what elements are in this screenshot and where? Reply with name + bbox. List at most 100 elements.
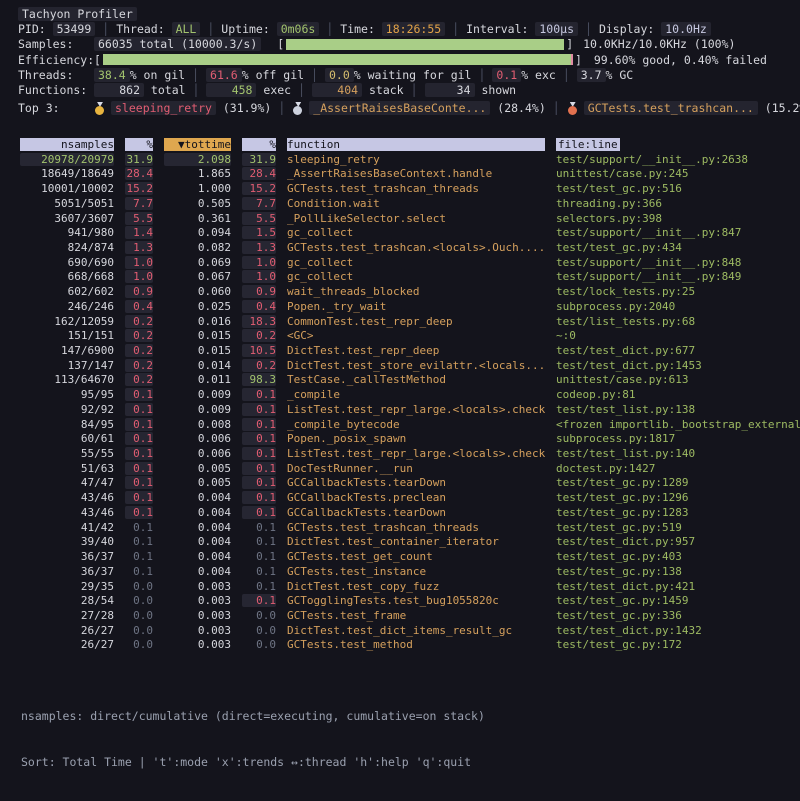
table-row[interactable]: 151/1510.20.0150.2<GC>~:0: [10, 328, 800, 343]
column-header-function[interactable]: function: [287, 138, 545, 151]
cell-pct-cumulative: 0.2: [242, 329, 276, 342]
table-row[interactable]: 84/950.10.0080.1_compile_bytecode<frozen…: [10, 417, 800, 432]
table-row[interactable]: 43/460.10.0040.1GCCallbackTests.preclean…: [10, 490, 800, 505]
cell-nsamples: 47/47: [20, 476, 114, 489]
cell-fileline: test/test_gc.py:336: [556, 609, 800, 622]
top3-function-name: GCTests.test_trashcan...: [584, 101, 758, 115]
cell-pct-cumulative: 0.1: [242, 491, 276, 504]
cell-pct-direct: 0.2: [125, 329, 153, 342]
table-row[interactable]: 5051/50517.70.5057.7Condition.waitthread…: [10, 196, 800, 211]
cell-function: GCTests.test_instance: [287, 565, 545, 578]
cell-tottime: 1.000: [164, 182, 231, 195]
cell-fileline: doctest.py:1427: [556, 462, 800, 475]
cell-pct-cumulative: 0.1: [242, 403, 276, 416]
cell-tottime: 0.009: [164, 403, 231, 416]
cell-pct-direct: 0.0: [125, 624, 153, 637]
table-row[interactable]: 3607/36075.50.3615.5_PollLikeSelector.se…: [10, 211, 800, 226]
table-row[interactable]: 246/2460.40.0250.4Popen._try_waitsubproc…: [10, 299, 800, 314]
table-row[interactable]: 95/950.10.0090.1_compilecodeop.py:81: [10, 387, 800, 402]
cell-pct-cumulative: 0.0: [242, 609, 276, 622]
cell-nsamples: 113/64670: [20, 373, 114, 386]
samples-label: Samples:: [18, 37, 94, 51]
table-row[interactable]: 92/920.10.0090.1ListTest.test_repr_large…: [10, 402, 800, 417]
table-row[interactable]: 27/280.00.0030.0GCTests.test_frametest/t…: [10, 608, 800, 623]
cell-pct-cumulative: 0.1: [242, 388, 276, 401]
cell-pct-cumulative: 15.2: [242, 182, 276, 195]
table-row[interactable]: 43/460.10.0040.1GCCallbackTests.tearDown…: [10, 505, 800, 520]
cell-tottime: 0.505: [164, 197, 231, 210]
cell-pct-direct: 1.3: [125, 241, 153, 254]
table-row[interactable]: 41/420.10.0040.1GCTests.test_trashcan_th…: [10, 520, 800, 535]
table-row[interactable]: 18649/1864928.41.86528.4_AssertRaisesBas…: [10, 167, 800, 182]
cell-fileline: test/test_gc.py:1283: [556, 506, 800, 519]
separator: │: [556, 68, 577, 82]
thread-stat-value: 3.7: [577, 68, 606, 82]
cell-fileline: test/test_gc.py:403: [556, 550, 800, 563]
cell-nsamples: 602/602: [20, 285, 114, 298]
cell-tottime: 0.004: [164, 506, 231, 519]
table-row[interactable]: 39/400.10.0040.1DictTest.test_container_…: [10, 534, 800, 549]
cell-fileline: threading.py:366: [556, 197, 800, 210]
table-row[interactable]: 162/120590.20.01618.3CommonTest.test_rep…: [10, 314, 800, 329]
cell-fileline: test/support/__init__.py:849: [556, 270, 800, 283]
cell-pct-direct: 0.1: [125, 550, 153, 563]
cell-pct-direct: 0.1: [125, 432, 153, 445]
cell-fileline: test/test_gc.py:516: [556, 182, 800, 195]
cell-fileline: test/test_list.py:138: [556, 403, 800, 416]
table-row[interactable]: 28/540.00.0030.1GCTogglingTests.test_bug…: [10, 593, 800, 608]
cell-nsamples: 29/35: [20, 580, 114, 593]
cell-function: CommonTest.test_repr_deep: [287, 315, 545, 328]
column-header-pct-direct[interactable]: %: [125, 138, 153, 151]
cell-pct-direct: 0.1: [125, 418, 153, 431]
table-row[interactable]: 113/646700.20.01198.3TestCase._callTestM…: [10, 373, 800, 388]
table-row[interactable]: 824/8741.30.0821.3GCTests.test_trashcan.…: [10, 240, 800, 255]
table-row[interactable]: 60/610.10.0060.1Popen._posix_spawnsubpro…: [10, 431, 800, 446]
cell-function: Condition.wait: [287, 197, 545, 210]
column-header-pct-cumulative[interactable]: %: [242, 138, 276, 151]
column-header-tottime-sorted[interactable]: ▼tottime: [164, 138, 231, 151]
cell-pct-cumulative: 0.1: [242, 476, 276, 489]
cell-pct-direct: 0.2: [125, 344, 153, 357]
cell-nsamples: 18649/18649: [20, 167, 114, 180]
cell-fileline: selectors.py:398: [556, 212, 800, 225]
cell-nsamples: 36/37: [20, 550, 114, 563]
cell-tottime: 0.003: [164, 624, 231, 637]
table-row[interactable]: 10001/1000215.21.00015.2GCTests.test_tra…: [10, 181, 800, 196]
table-row[interactable]: 47/470.10.0050.1GCCallbackTests.tearDown…: [10, 476, 800, 491]
table-row[interactable]: 941/9801.40.0941.5gc_collecttest/support…: [10, 225, 800, 240]
cell-tottime: 0.004: [164, 565, 231, 578]
cell-fileline: test/test_gc.py:138: [556, 565, 800, 578]
table-row[interactable]: 20978/2097931.92.09831.9sleeping_retryte…: [10, 152, 800, 167]
separator: │: [445, 22, 466, 36]
efficiency-label: Efficiency:: [18, 53, 94, 67]
cell-pct-direct: 31.9: [125, 153, 153, 166]
cell-pct-cumulative: 0.1: [242, 447, 276, 460]
samples-total: 66035 total (10000.3/s): [94, 37, 261, 51]
table-row[interactable]: 36/370.10.0040.1GCTests.test_get_countte…: [10, 549, 800, 564]
column-header-nsamples[interactable]: nsamples: [20, 138, 114, 151]
table-row[interactable]: 668/6681.00.0671.0gc_collecttest/support…: [10, 270, 800, 285]
cell-fileline: subprocess.py:2040: [556, 300, 800, 313]
cell-pct-direct: 0.1: [125, 535, 153, 548]
cell-tottime: 2.098: [164, 153, 231, 166]
footer: nsamples: direct/cumulative (direct=exec…: [21, 678, 800, 800]
table-row[interactable]: 55/550.10.0060.1ListTest.test_repr_large…: [10, 446, 800, 461]
table-row[interactable]: 690/6901.00.0691.0gc_collecttest/support…: [10, 255, 800, 270]
cell-pct-cumulative: 0.1: [242, 594, 276, 607]
cell-tottime: 0.009: [164, 388, 231, 401]
cell-pct-direct: 1.4: [125, 226, 153, 239]
threads-label: Threads:: [18, 68, 94, 82]
table-row[interactable]: 29/350.00.0030.1DictTest.test_copy_fuzzt…: [10, 579, 800, 594]
cell-pct-cumulative: 0.1: [242, 565, 276, 578]
table-row[interactable]: 26/270.00.0030.0DictTest.test_dict_items…: [10, 623, 800, 638]
table-row[interactable]: 36/370.10.0040.1GCTests.test_instancetes…: [10, 564, 800, 579]
cell-pct-direct: 0.1: [125, 521, 153, 534]
table-row[interactable]: 137/1470.20.0140.2DictTest.test_store_ev…: [10, 358, 800, 373]
cell-function: DictTest.test_dict_items_result_gc: [287, 624, 545, 637]
title-line: Tachyon Profiler: [18, 6, 800, 21]
column-header-fileline[interactable]: file:line: [556, 138, 800, 151]
table-row[interactable]: 602/6020.90.0600.9wait_threads_blockedte…: [10, 284, 800, 299]
table-row[interactable]: 26/270.00.0030.0GCTests.test_methodtest/…: [10, 638, 800, 653]
table-row[interactable]: 51/630.10.0050.1DocTestRunner.__rundocte…: [10, 461, 800, 476]
table-row[interactable]: 147/69000.20.01510.5DictTest.test_repr_d…: [10, 343, 800, 358]
